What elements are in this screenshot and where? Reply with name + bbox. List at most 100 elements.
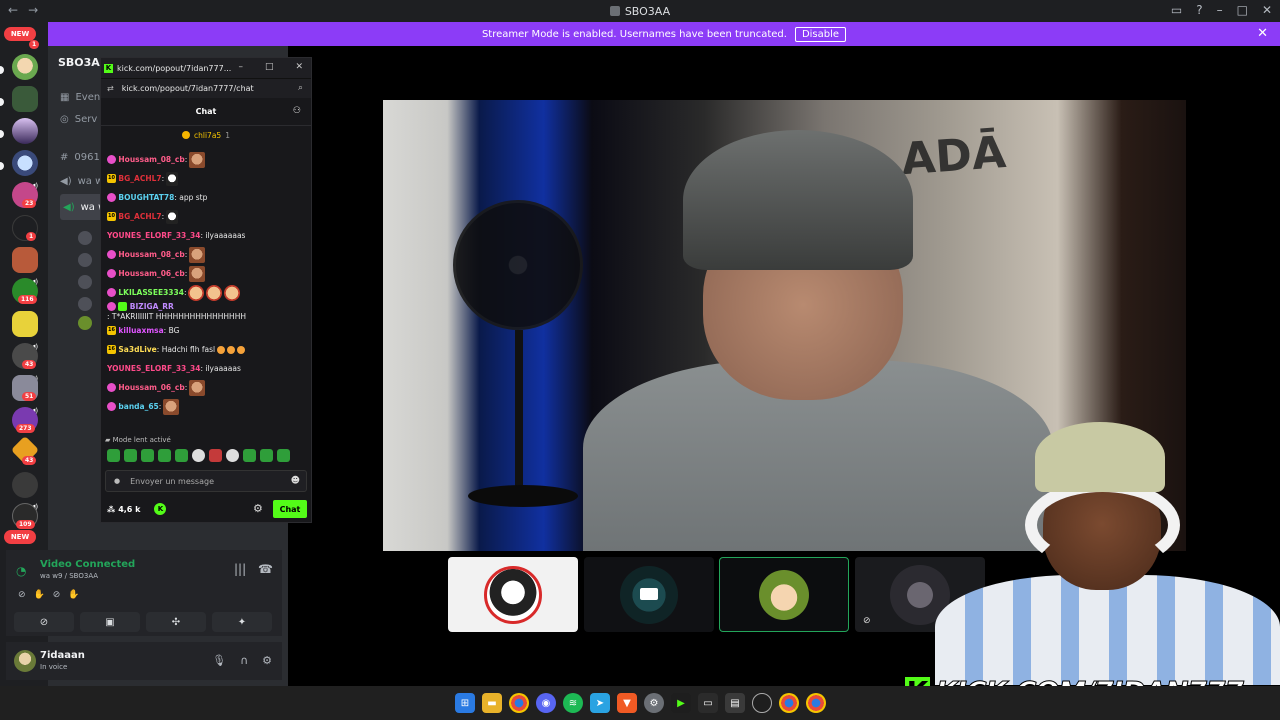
windows-start-icon[interactable]: ⊞ bbox=[455, 693, 475, 713]
server-icon-14[interactable] bbox=[12, 472, 38, 498]
close-banner-icon[interactable]: ✕ bbox=[1257, 26, 1268, 41]
chat-username[interactable]: LKILASSEE3334 bbox=[118, 288, 184, 297]
close-window-icon[interactable]: ✕ bbox=[1262, 3, 1272, 17]
server-icon-1[interactable] bbox=[12, 54, 38, 80]
chat-emote[interactable] bbox=[217, 345, 226, 354]
channel-events[interactable]: ▦ Even bbox=[60, 92, 100, 103]
emote[interactable] bbox=[209, 449, 222, 462]
new-pill[interactable]: NEW bbox=[4, 27, 36, 41]
minimize-icon[interactable]: – bbox=[238, 62, 243, 72]
emote[interactable] bbox=[124, 449, 137, 462]
camera-off-button[interactable]: ⊘ bbox=[14, 612, 74, 632]
file-explorer-icon[interactable]: ▬ bbox=[482, 693, 502, 713]
disconnect-icon[interactable]: ☎ bbox=[258, 562, 273, 576]
kick-points-icon[interactable]: K bbox=[154, 503, 167, 515]
close-icon[interactable]: ✕ bbox=[295, 62, 303, 72]
chat-emote[interactable] bbox=[237, 345, 246, 354]
chat-emote[interactable] bbox=[224, 284, 241, 301]
server-icon-7[interactable] bbox=[12, 247, 38, 273]
terminal-icon[interactable]: ▭ bbox=[698, 693, 718, 713]
voice-channel-path[interactable]: wa w9 / SBO3AA bbox=[40, 572, 98, 580]
chat-username[interactable]: YOUNES_ELORF_33_34 bbox=[107, 364, 200, 373]
chrome-icon-2[interactable] bbox=[779, 693, 799, 713]
brave-icon[interactable]: ▼ bbox=[617, 693, 637, 713]
popout-url[interactable]: kick.com/popout/7idan7777/chat bbox=[122, 84, 254, 93]
chat-username[interactable]: banda_65 bbox=[118, 402, 158, 411]
notepad-icon[interactable]: ▤ bbox=[725, 693, 745, 713]
chat-emote[interactable] bbox=[189, 151, 206, 168]
avatar[interactable] bbox=[14, 650, 36, 672]
chat-username[interactable]: BOUGHTAT78 bbox=[118, 193, 174, 202]
emote[interactable] bbox=[192, 449, 205, 462]
chrome-icon-3[interactable] bbox=[806, 693, 826, 713]
chat-username[interactable]: killuaxmsa bbox=[118, 326, 163, 335]
telegram-icon[interactable]: ➤ bbox=[590, 693, 610, 713]
voice-member-avatar[interactable] bbox=[78, 231, 92, 245]
chrome-icon[interactable] bbox=[509, 693, 529, 713]
voice-member-avatar[interactable] bbox=[78, 297, 92, 311]
signal-icon[interactable]: ◔ bbox=[16, 564, 30, 578]
pinned-gift[interactable]: chli7a5 1 bbox=[101, 126, 311, 144]
noise-suppression-icon[interactable]: ||| bbox=[234, 562, 246, 576]
participant-tile-2[interactable] bbox=[584, 557, 714, 632]
username[interactable]: 7idaaan bbox=[40, 650, 85, 661]
play-icon[interactable]: ▶ bbox=[671, 693, 691, 713]
chat-username[interactable]: BG_ACHL7 bbox=[118, 212, 161, 221]
voice-member-avatar[interactable] bbox=[78, 316, 92, 330]
microphone-icon[interactable]: 🎙︎ bbox=[212, 654, 226, 667]
chat-emote[interactable] bbox=[189, 246, 206, 263]
chat-emote[interactable] bbox=[188, 284, 205, 301]
new-pill[interactable]: NEW bbox=[4, 530, 36, 544]
help-icon[interactable]: ? bbox=[1196, 3, 1202, 17]
chat-emote[interactable] bbox=[166, 171, 179, 186]
chat-username[interactable]: Houssam_08_cb bbox=[118, 155, 184, 164]
emoji-icon[interactable]: ☻ bbox=[291, 476, 300, 486]
emote[interactable] bbox=[141, 449, 154, 462]
settings-gear-icon[interactable]: ⚙ bbox=[262, 654, 272, 667]
emote[interactable] bbox=[158, 449, 171, 462]
emote[interactable] bbox=[226, 449, 239, 462]
inbox-icon[interactable]: ▭ bbox=[1171, 3, 1182, 17]
settings-icon[interactable]: ⚙ bbox=[644, 693, 664, 713]
gear-icon[interactable]: ⚙ bbox=[253, 502, 263, 515]
users-icon[interactable]: ⚇ bbox=[293, 106, 301, 116]
chat-emote[interactable] bbox=[189, 379, 206, 396]
chat-emote[interactable] bbox=[206, 284, 223, 301]
voice-member-avatar[interactable] bbox=[78, 275, 92, 289]
activities-button[interactable]: ✣ bbox=[146, 612, 206, 632]
obs-icon[interactable] bbox=[752, 693, 772, 713]
chat-username[interactable]: Houssam_06_cb bbox=[118, 383, 184, 392]
site-settings-icon[interactable]: ⇄ bbox=[107, 84, 114, 93]
chat-emote[interactable] bbox=[189, 265, 206, 282]
chat-emote[interactable] bbox=[166, 209, 179, 224]
maximize-icon[interactable]: □ bbox=[265, 62, 274, 72]
spotify-icon[interactable]: ≋ bbox=[563, 693, 583, 713]
emote[interactable] bbox=[107, 449, 120, 462]
channel-server-guide[interactable]: ◎ Serv bbox=[60, 114, 97, 125]
chat-username[interactable]: BIZIGA_RR bbox=[130, 302, 174, 311]
server-icon-3[interactable] bbox=[12, 118, 38, 144]
participant-tile-1[interactable] bbox=[448, 557, 578, 632]
maximize-icon[interactable]: □ bbox=[1237, 3, 1248, 17]
chat-username[interactable]: Houssam_08_cb bbox=[118, 250, 184, 259]
disable-streamer-mode-button[interactable]: Disable bbox=[794, 26, 847, 42]
chat-emote[interactable] bbox=[163, 398, 180, 415]
chat-username[interactable]: Houssam_06_cb bbox=[118, 269, 184, 278]
back-arrow-icon[interactable]: ← bbox=[8, 3, 18, 17]
emote[interactable] bbox=[175, 449, 188, 462]
chat-message-input[interactable]: ● Envoyer un message ☻ bbox=[105, 470, 307, 492]
forward-arrow-icon[interactable]: → bbox=[28, 3, 38, 17]
chat-username[interactable]: YOUNES_ELORF_33_34 bbox=[107, 231, 200, 240]
emote[interactable] bbox=[260, 449, 273, 462]
chat-emote[interactable] bbox=[227, 345, 236, 354]
search-icon[interactable]: ⌕ bbox=[298, 83, 303, 93]
chat-username[interactable]: BG_ACHL7 bbox=[118, 174, 161, 183]
soundboard-button[interactable]: ✦ bbox=[212, 612, 272, 632]
emote[interactable] bbox=[243, 449, 256, 462]
screen-share-button[interactable]: ▣ bbox=[80, 612, 140, 632]
emote[interactable] bbox=[277, 449, 290, 462]
voice-member-avatar[interactable] bbox=[78, 253, 92, 267]
participant-tile-3[interactable] bbox=[719, 557, 849, 632]
server-icon-9[interactable] bbox=[12, 311, 38, 337]
channel-text[interactable]: #0961 bbox=[60, 152, 100, 163]
